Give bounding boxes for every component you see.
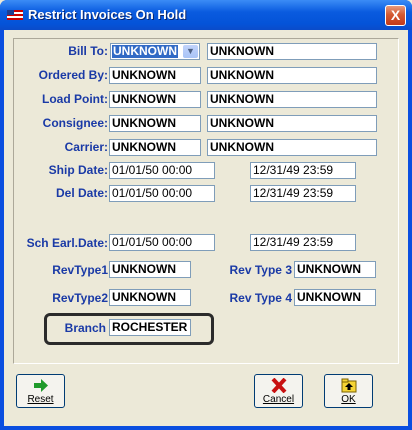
green-arrow-icon [33, 379, 48, 392]
window-title: Restrict Invoices On Hold [28, 7, 187, 22]
rev-type3-label: Rev Type 3 [229, 263, 292, 277]
bill-to-selected-value: UNKNOWN [112, 44, 178, 58]
sch-earl-date-label: Sch Earl.Date: [26, 236, 108, 250]
ok-button[interactable]: OK [324, 374, 373, 408]
sch-earl-date-from-field[interactable]: 01/01/50 00:00 [109, 234, 215, 251]
carrier-id-field[interactable]: UNKNOWN [109, 139, 201, 156]
rev-type2-field[interactable]: UNKNOWN [109, 289, 191, 306]
cancel-button[interactable]: Cancel [254, 374, 303, 408]
ordered-by-id-field[interactable]: UNKNOWN [109, 67, 201, 84]
consignee-label: Consignee: [42, 116, 108, 130]
cancel-button-label: Cancel [262, 394, 295, 405]
ok-button-label: OK [341, 394, 356, 405]
close-button[interactable]: X [385, 5, 406, 26]
reset-button[interactable]: Reset [16, 374, 65, 408]
rev-type2-label: RevType2 [52, 291, 108, 305]
title-bar[interactable]: Restrict Invoices On Hold X [0, 0, 412, 30]
carrier-name-field[interactable]: UNKNOWN [207, 139, 377, 156]
ship-date-from-field[interactable]: 01/01/50 00:00 [109, 162, 215, 179]
sch-earl-date-to-field[interactable]: 12/31/49 23:59 [250, 234, 356, 251]
load-point-name-field[interactable]: UNKNOWN [207, 91, 377, 108]
red-x-icon [271, 378, 286, 393]
rev-type1-field[interactable]: UNKNOWN [109, 261, 191, 278]
reset-button-label: Reset [27, 394, 54, 405]
rev-type4-field[interactable]: UNKNOWN [294, 289, 376, 306]
consignee-name-field[interactable]: UNKNOWN [207, 115, 377, 132]
load-point-label: Load Point: [42, 92, 108, 106]
ordered-by-name-field[interactable]: UNKNOWN [207, 67, 377, 84]
bill-to-label: Bill To: [68, 44, 108, 58]
del-date-from-field[interactable]: 01/01/50 00:00 [109, 185, 215, 202]
dialog-body: Bill To: UNKNOWN ▼ UNKNOWN Ordered By: U… [4, 30, 408, 426]
app-icon [7, 10, 23, 20]
ship-date-to-field[interactable]: 12/31/49 23:59 [250, 162, 356, 179]
rev-type3-field[interactable]: UNKNOWN [294, 261, 376, 278]
bill-to-select[interactable]: UNKNOWN ▼ [110, 43, 200, 60]
yellow-folder-up-icon [341, 378, 356, 393]
del-date-to-field[interactable]: 12/31/49 23:59 [250, 185, 356, 202]
load-point-id-field[interactable]: UNKNOWN [109, 91, 201, 108]
branch-field[interactable]: ROCHESTER [109, 319, 191, 336]
ordered-by-label: Ordered By: [38, 68, 108, 82]
consignee-id-field[interactable]: UNKNOWN [109, 115, 201, 132]
bill-to-name-field[interactable]: UNKNOWN [207, 43, 377, 60]
del-date-label: Del Date: [55, 186, 108, 200]
branch-label: Branch [64, 321, 106, 335]
ship-date-label: Ship Date: [48, 163, 108, 177]
chevron-down-icon[interactable]: ▼ [183, 45, 198, 58]
rev-type1-label: RevType1 [52, 263, 108, 277]
dialog-window: Restrict Invoices On Hold X Bill To: UNK… [0, 0, 412, 430]
carrier-label: Carrier: [64, 140, 108, 154]
criteria-panel: Bill To: UNKNOWN ▼ UNKNOWN Ordered By: U… [13, 38, 399, 364]
rev-type4-label: Rev Type 4 [229, 291, 292, 305]
